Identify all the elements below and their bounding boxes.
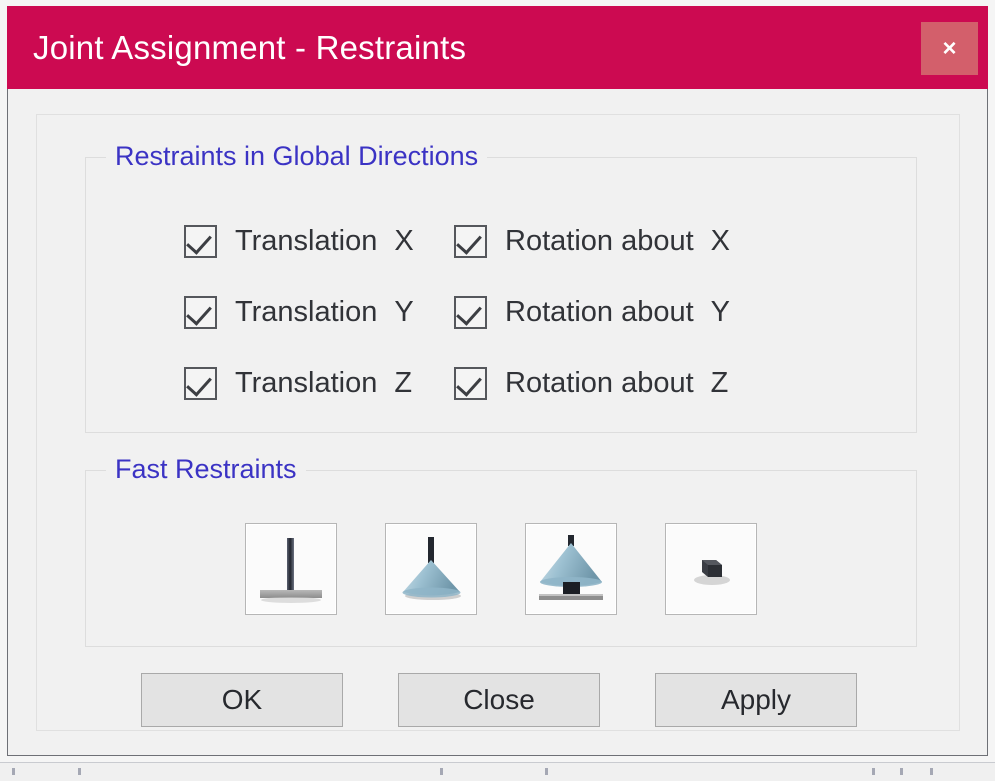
translation-z-axis: Z	[394, 367, 413, 399]
dialog-inner-panel: Restraints in Global Directions Translat…	[36, 114, 960, 731]
translation-y-label: Translation	[235, 296, 378, 328]
translation-x-label: Translation	[235, 225, 378, 257]
rotation-z-label: Rotation about	[505, 367, 694, 399]
checkbox-translation-x[interactable]: Translation X	[86, 225, 446, 258]
group-fast-legend: Fast Restraints	[106, 454, 306, 485]
checkbox-translation-y[interactable]: Translation Y	[86, 296, 446, 329]
translation-y-checkbox-box[interactable]	[184, 296, 217, 329]
fast-restraint-fixed-button[interactable]	[245, 523, 337, 615]
restraint-checkbox-grid: Translation X Rotation about X Translati…	[86, 206, 916, 419]
rotation-z-checkbox-box[interactable]	[454, 367, 487, 400]
checkbox-translation-z[interactable]: Translation Z	[86, 367, 446, 400]
rotation-y-checkbox-box[interactable]	[454, 296, 487, 329]
group-global-legend: Restraints in Global Directions	[106, 141, 488, 172]
apply-button[interactable]: Apply	[655, 673, 857, 727]
rotation-y-axis: Y	[710, 296, 730, 328]
checkbox-rotation-y[interactable]: Rotation about Y	[446, 296, 730, 329]
joint-assignment-restraints-window: Joint Assignment - Restraints × Restrain…	[0, 0, 995, 781]
restraint-row-y: Translation Y Rotation about Y	[86, 277, 916, 348]
translation-z-checkbox-box[interactable]	[184, 367, 217, 400]
restraint-row-x: Translation X Rotation about X	[86, 206, 916, 277]
free-no-restraint-icon	[694, 560, 730, 585]
fixed-support-icon	[260, 538, 322, 603]
rotation-y-label: Rotation about	[505, 296, 694, 328]
title-bar: Joint Assignment - Restraints ×	[7, 6, 988, 89]
close-icon: ×	[942, 34, 957, 62]
rotation-x-label: Rotation about	[505, 225, 694, 257]
ok-button[interactable]: OK	[141, 673, 343, 727]
rotation-x-checkbox-box[interactable]	[454, 225, 487, 258]
pinned-support-icon	[402, 537, 461, 600]
fast-restraint-free-button[interactable]	[665, 523, 757, 615]
close-button[interactable]: ×	[921, 22, 978, 75]
dialog-action-buttons: OK Close Apply	[37, 673, 961, 727]
fast-restraint-pinned-button[interactable]	[385, 523, 477, 615]
group-fast-restraints: Fast Restraints	[85, 454, 917, 647]
window-title: Joint Assignment - Restraints	[33, 28, 467, 66]
translation-x-checkbox-box[interactable]	[184, 225, 217, 258]
translation-z-label: Translation	[235, 367, 378, 399]
fast-restraints-button-row	[86, 523, 916, 615]
group-restraints-global-directions: Restraints in Global Directions Translat…	[85, 141, 917, 433]
roller-support-icon	[539, 535, 603, 600]
restraint-row-z: Translation Z Rotation about Z	[86, 348, 916, 419]
translation-x-axis: X	[394, 225, 414, 257]
checkbox-rotation-z[interactable]: Rotation about Z	[446, 367, 728, 400]
fast-restraint-roller-button[interactable]	[525, 523, 617, 615]
dialog-body: Restraints in Global Directions Translat…	[8, 89, 987, 755]
close-dialog-button[interactable]: Close	[398, 673, 600, 727]
rotation-x-axis: X	[710, 225, 730, 257]
rotation-z-axis: Z	[710, 367, 729, 399]
background-app-strip	[0, 762, 995, 781]
translation-y-axis: Y	[394, 296, 414, 328]
checkbox-rotation-x[interactable]: Rotation about X	[446, 225, 730, 258]
